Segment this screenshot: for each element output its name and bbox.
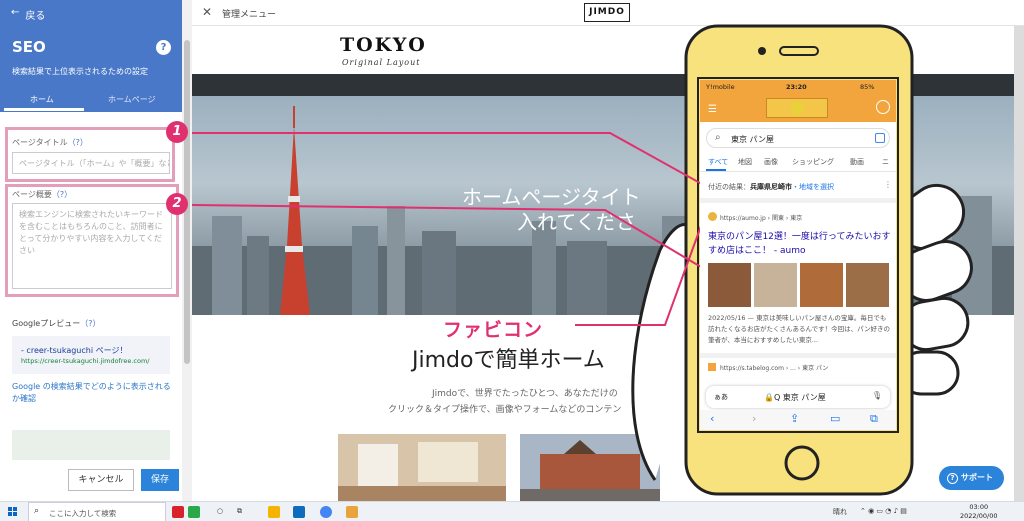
result-2-url[interactable]: https://s.tabelog.com › ... › 東京 パン [720, 363, 828, 372]
phone-screen: Y!mobile 23:20 85% ☰ ⌕ 東京 パン屋 すべて 地図 画像 … [700, 80, 896, 430]
thumbnail [846, 263, 889, 307]
favicon-icon [708, 212, 717, 221]
cortana-icon[interactable]: ○ [217, 507, 223, 515]
result-1-title[interactable]: 東京のパン屋12選！一度は行ってみたいおすすめ店はここ！ - aumo [708, 230, 892, 258]
status-bar: Y!mobile 23:20 85% [700, 80, 896, 94]
address-text: 🔒Q 東京 パン屋 [764, 393, 826, 402]
tab-maps[interactable]: 地図 [738, 157, 752, 167]
tab-images[interactable]: 画像 [764, 157, 778, 167]
taskbar-search[interactable]: ⌕ ここに入力して検索 [28, 502, 166, 521]
lens-icon[interactable] [875, 133, 885, 143]
question-icon: ? [947, 473, 958, 484]
section-separator [700, 353, 896, 358]
file-explorer-icon[interactable] [268, 506, 280, 518]
account-icon[interactable] [876, 100, 890, 114]
thumbnail [708, 263, 751, 307]
tab-videos[interactable]: 動画 [850, 157, 864, 167]
status-time: 23:20 [786, 83, 807, 91]
step-badge-2: 2 [166, 193, 188, 215]
safari-address-bar[interactable]: ぁあ 🔒Q 東京 パン屋 🎙 [706, 386, 890, 408]
thumbnail [800, 263, 843, 307]
section-separator [700, 198, 896, 203]
reader-toggle[interactable]: ぁあ [714, 392, 728, 402]
result-1-url[interactable]: https://aumo.jp › 関東 › 東京 [720, 213, 802, 222]
favicon-icon [708, 363, 716, 371]
taskbar-clock[interactable]: 03:00 2022/00/00 [960, 503, 997, 521]
app-icon[interactable] [188, 506, 200, 518]
location-line: 付近の結果：兵庫県尼崎市・地域を選択 [708, 183, 834, 191]
google-doodle-logo[interactable] [766, 98, 828, 118]
google-search-box[interactable]: ⌕ 東京 パン屋 [706, 128, 890, 148]
tab-news[interactable]: ニ [882, 157, 889, 167]
task-view-icon[interactable]: ⧉ [237, 507, 242, 516]
menu-icon[interactable]: ☰ [708, 104, 717, 115]
clock-date: 2022/00/00 [960, 512, 998, 520]
weather-label[interactable]: 晴れ [833, 507, 847, 517]
forward-icon[interactable]: › [752, 412, 756, 425]
location-select-link[interactable]: ・地域を選択 [792, 183, 834, 191]
support-button[interactable]: ? サポート [939, 466, 1004, 490]
result-1-thumbnails[interactable] [708, 263, 889, 307]
safari-toolbar: ‹ › ⇪ ▭ ⧉ [700, 410, 896, 430]
mic-icon[interactable]: 🎙 [872, 391, 882, 400]
search-query: 東京 パン屋 [731, 135, 774, 144]
battery-label: 85% [860, 83, 875, 91]
tab-divider [700, 171, 896, 172]
app-icon[interactable] [346, 506, 358, 518]
search-icon: ⌕ [34, 506, 40, 516]
support-label: サポート [961, 473, 993, 482]
windows-start-icon[interactable] [8, 507, 18, 517]
chrome-icon[interactable] [320, 506, 332, 518]
favicon-annotation: ファビコン [443, 319, 544, 341]
system-tray-icons[interactable]: ⌃ ◉ ▭ ◔ ♪ ▤ [860, 507, 907, 515]
share-icon[interactable]: ⇪ [790, 412, 799, 425]
tab-all[interactable]: すべて [708, 157, 728, 167]
back-icon[interactable]: ‹ [710, 412, 714, 425]
google-app-bar: ☰ [700, 94, 896, 122]
more-options-icon[interactable]: ⋮ [884, 180, 892, 189]
doodle-dot [791, 102, 804, 115]
store-icon[interactable] [293, 506, 305, 518]
tabs-icon[interactable]: ⧉ [870, 412, 878, 426]
tab-shopping[interactable]: ショッピング [792, 157, 834, 167]
step-badge-1: 1 [166, 121, 188, 143]
result-1-snippet: 2022/05/16 — 東京は美味しいパン屋さんの宝庫。毎日でも訪れたくなるお… [708, 314, 890, 344]
windows-taskbar: ⌕ ここに入力して検索 ○ ⧉ 晴れ ⌃ ◉ ▭ ◔ ♪ ▤ 03:00 202… [0, 501, 1024, 521]
thumbnail [754, 263, 797, 307]
bookmarks-icon[interactable]: ▭ [830, 412, 840, 425]
search-icon: ⌕ [715, 132, 721, 143]
clock-time: 03:00 [969, 503, 989, 511]
taskbar-search-placeholder: ここに入力して検索 [49, 509, 117, 518]
app-icon[interactable] [172, 506, 184, 518]
carrier-label: Y!mobile [706, 83, 735, 91]
